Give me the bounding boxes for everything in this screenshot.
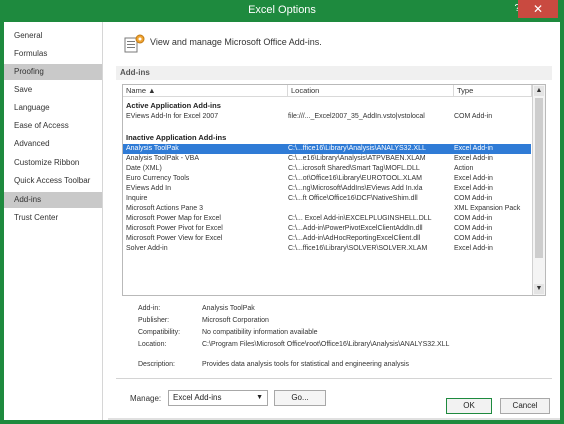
sidebar-item-proofing[interactable]: Proofing [4, 64, 102, 80]
scroll-thumb[interactable] [535, 98, 543, 258]
sidebar-item-language[interactable]: Language [4, 100, 102, 116]
table-scrollbar[interactable]: ▲ ▼ [532, 85, 545, 295]
sidebar: General Formulas Proofing Save Language … [4, 22, 103, 420]
sidebar-item-advanced[interactable]: Advanced [4, 136, 102, 152]
window-title: Excel Options [248, 4, 316, 16]
table-row[interactable]: Microsoft Actions Pane 3 XML Expansion P… [123, 204, 531, 214]
add-ins-gear-icon [124, 34, 145, 53]
sidebar-item-add-ins[interactable]: Add-ins [4, 192, 102, 208]
sidebar-item-customize-ribbon[interactable]: Customize Ribbon [4, 155, 102, 171]
table-row[interactable]: Inquire C:\...ft Office\Office16\DCF\Nat… [123, 194, 531, 204]
scroll-up-icon[interactable]: ▲ [534, 86, 544, 96]
table-row[interactable]: Solver Add-in C:\...ffice16\Library\SOLV… [123, 244, 531, 254]
title-bar: Excel Options ? ✕ [0, 0, 564, 22]
table-row[interactable]: Analysis ToolPak - VBA C:\...e16\Library… [123, 154, 531, 164]
manage-select[interactable]: Excel Add-ins ▼ [168, 390, 268, 406]
manage-label: Manage: [130, 394, 162, 403]
column-header-location[interactable]: Location [288, 85, 454, 97]
table-row[interactable]: Microsoft Power Pivot for Excel C:\...Ad… [123, 224, 531, 234]
sidebar-item-formulas[interactable]: Formulas [4, 46, 102, 62]
footer-divider [108, 418, 560, 420]
table-row[interactable]: Microsoft Power Map for Excel C:\... Exc… [123, 214, 531, 224]
scroll-down-icon[interactable]: ▼ [534, 284, 544, 294]
chevron-down-icon: ▼ [256, 394, 263, 401]
table-row[interactable]: Microsoft Power View for Excel C:\...Add… [123, 234, 531, 244]
table-row[interactable]: Euro Currency Tools C:\...ot\Office16\Li… [123, 174, 531, 184]
table-row[interactable]: EViews Add In C:\...ng\Microsoft\AddIns\… [123, 184, 531, 194]
go-button[interactable]: Go... [274, 390, 326, 406]
table-row[interactable]: EViews Add-In for Excel 2007 file:///...… [123, 112, 531, 122]
ok-button[interactable]: OK [446, 398, 492, 414]
sidebar-item-ease-of-access[interactable]: Ease of Access [4, 118, 102, 134]
sidebar-item-save[interactable]: Save [4, 82, 102, 98]
main-panel: View and manage Microsoft Office Add-ins… [108, 22, 560, 420]
manage-select-value: Excel Add-ins [173, 393, 222, 402]
group-inactive-add-ins: Inactive Application Add-ins [126, 133, 227, 142]
close-button[interactable]: ✕ [518, 0, 558, 18]
group-active-add-ins: Active Application Add-ins [126, 101, 221, 110]
section-header-add-ins: Add-ins [116, 66, 552, 80]
column-header-name[interactable]: Name ▲ [123, 85, 288, 97]
table-row-selected[interactable]: Analysis ToolPak C:\...ffice16\Library\A… [123, 144, 531, 154]
excel-options-window: Excel Options ? ✕ General Formulas Proof… [0, 0, 564, 424]
dialog-body: General Formulas Proofing Save Language … [4, 22, 560, 420]
sidebar-item-quick-access-toolbar[interactable]: Quick Access Toolbar [4, 173, 102, 189]
cancel-button[interactable]: Cancel [500, 398, 550, 414]
add-ins-table: Name ▲ Location Type Active Application … [122, 84, 546, 296]
divider [116, 378, 552, 379]
sidebar-item-general[interactable]: General [4, 28, 102, 44]
page-title: View and manage Microsoft Office Add-ins… [150, 37, 322, 47]
column-header-type[interactable]: Type [454, 85, 532, 97]
table-row[interactable]: Date (XML) C:\...icrosoft Shared\Smart T… [123, 164, 531, 174]
sidebar-item-trust-center[interactable]: Trust Center [4, 210, 102, 226]
